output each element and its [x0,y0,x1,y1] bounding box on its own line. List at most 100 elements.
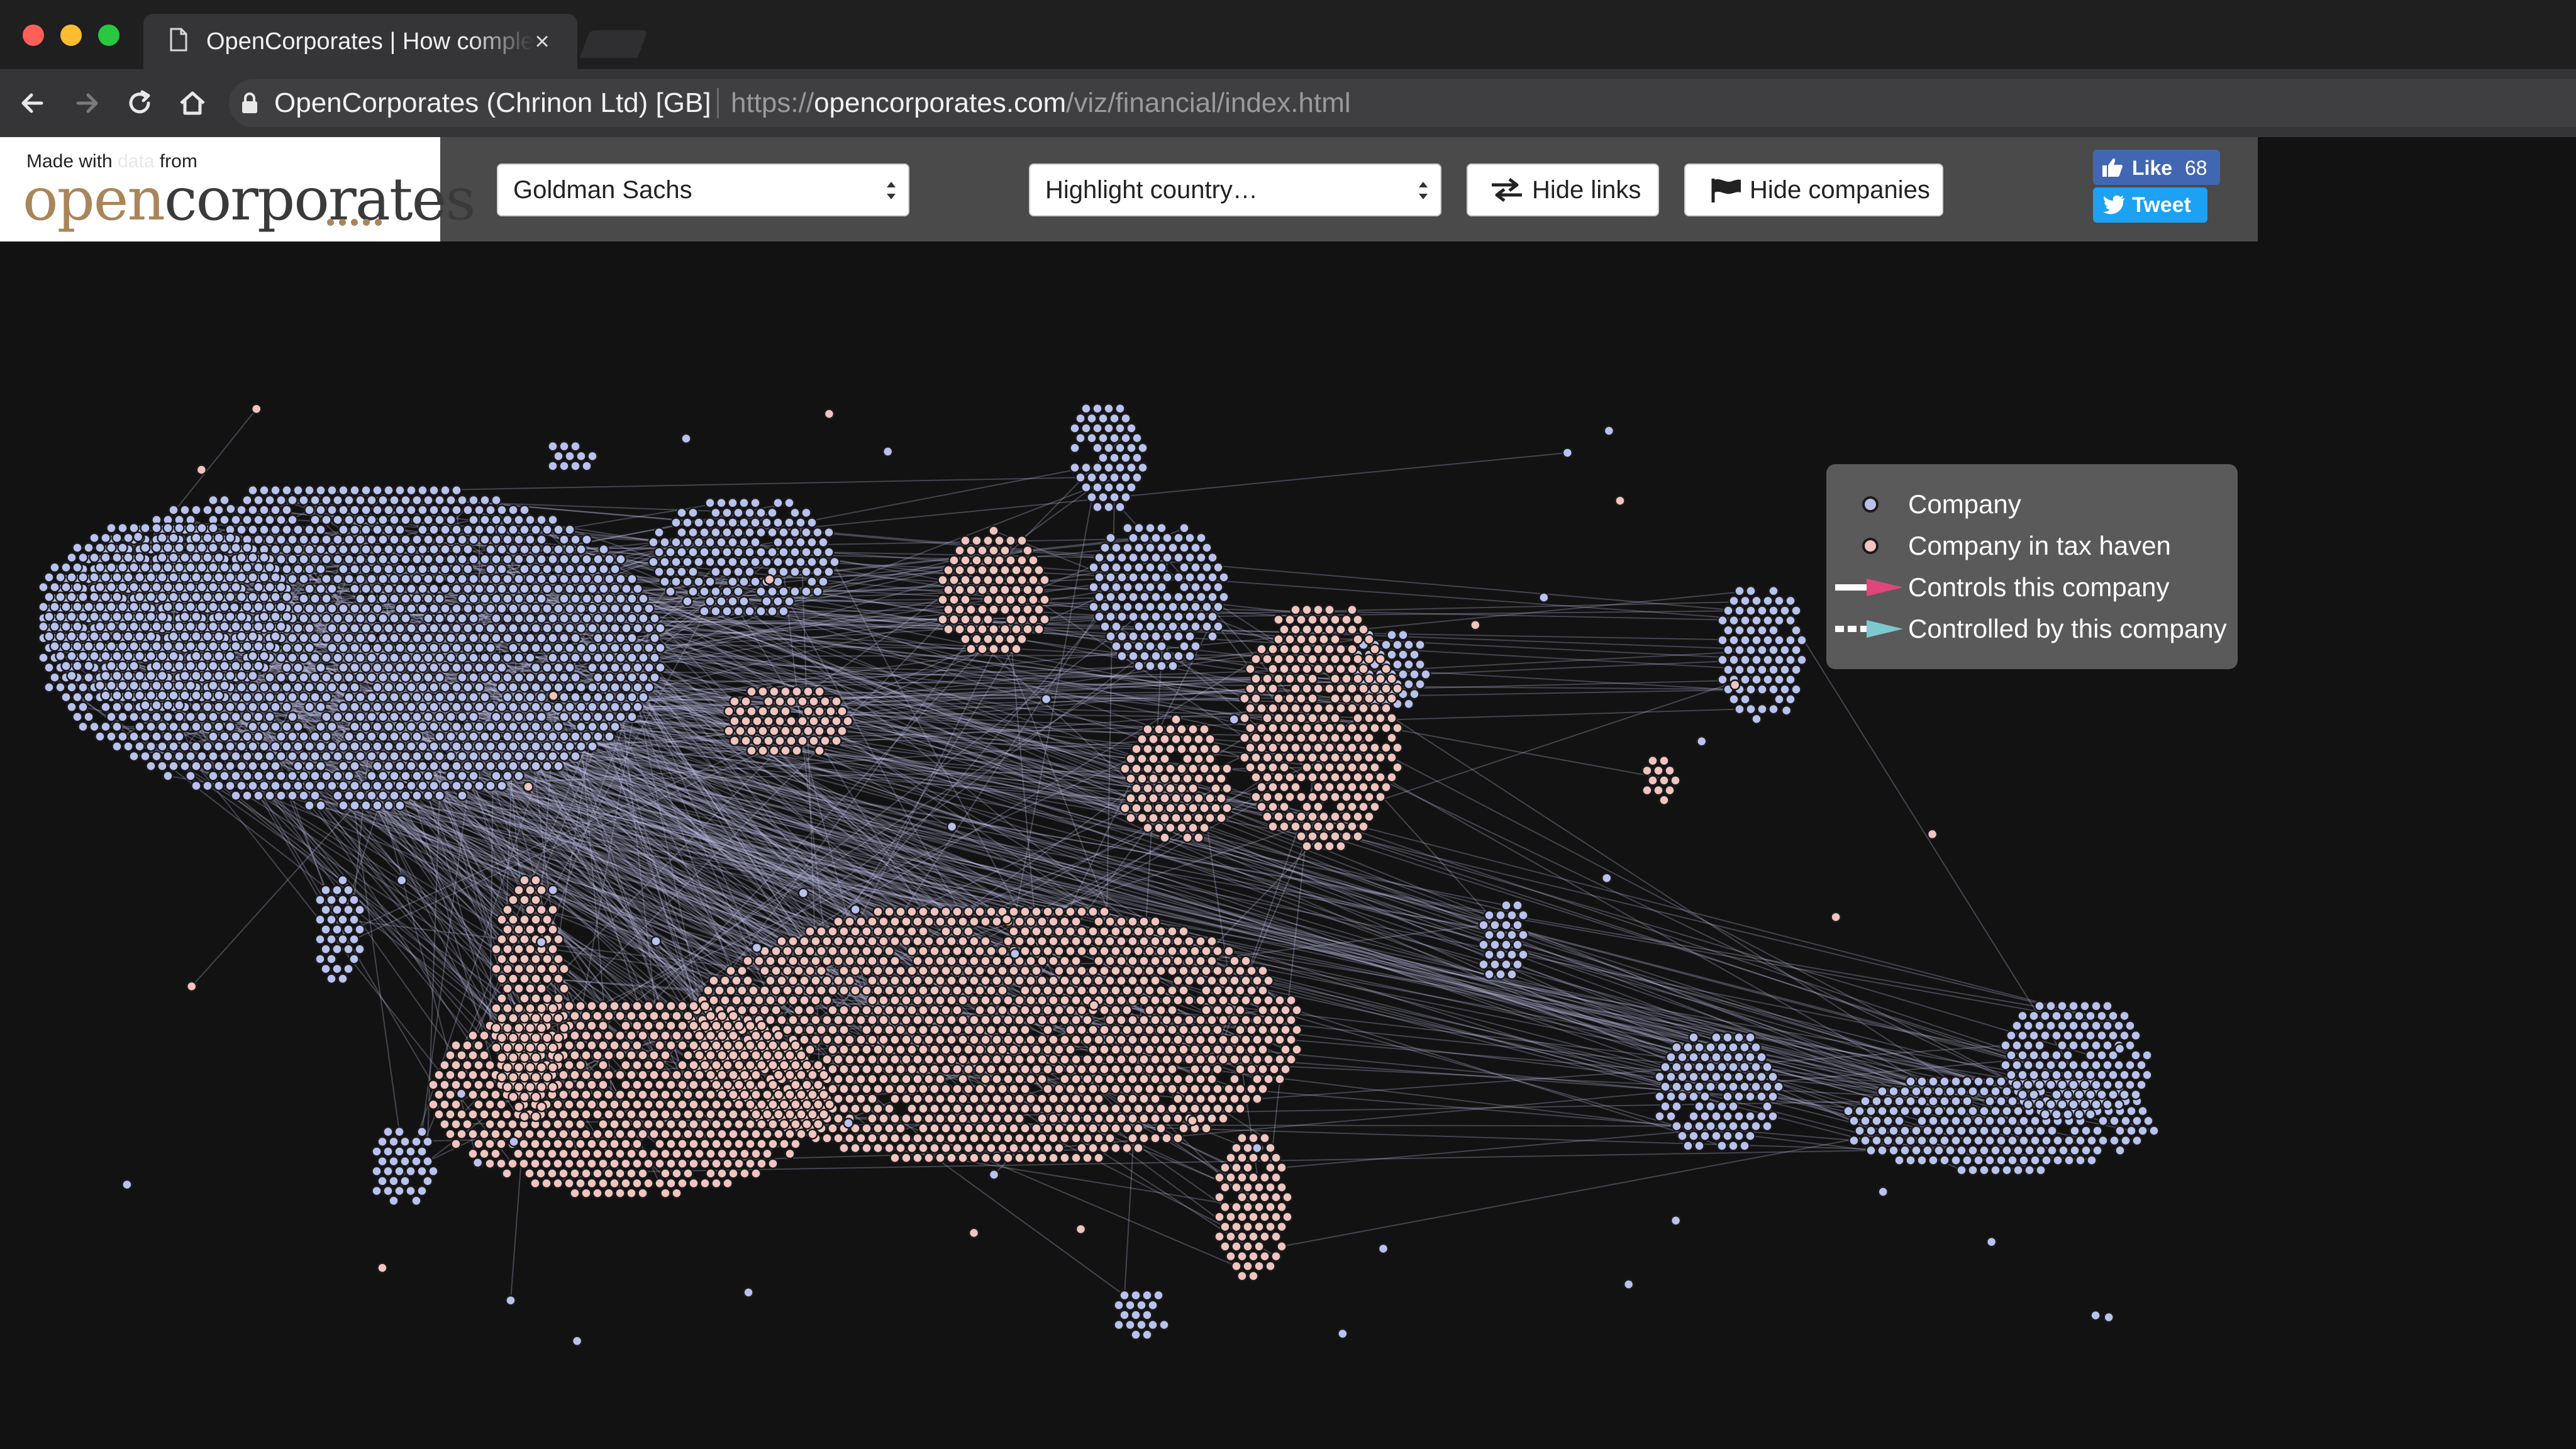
tax-haven-company-node[interactable] [1189,945,1201,957]
company-node[interactable] [1116,611,1128,623]
tax-haven-company-node[interactable] [985,1044,997,1055]
company-node[interactable] [1728,1140,1739,1152]
company-node[interactable] [1190,621,1201,633]
company-node[interactable] [462,721,474,733]
tax-haven-company-node[interactable] [462,1040,473,1052]
tax-haven-company-node[interactable] [816,965,827,977]
tax-haven-company-node[interactable] [1048,994,1059,1006]
company-node[interactable] [485,524,496,536]
company-node[interactable] [208,581,219,593]
tax-haven-company-node[interactable] [1002,1133,1014,1144]
tax-haven-company-node[interactable] [433,1069,445,1081]
company-node[interactable] [264,494,275,506]
tax-haven-company-node[interactable] [1053,1063,1065,1075]
company-node[interactable] [236,611,247,623]
tax-haven-company-node[interactable] [677,1079,688,1091]
company-node[interactable] [94,542,106,553]
company-node[interactable] [321,750,332,762]
tax-haven-company-node[interactable] [813,1059,824,1071]
company-node[interactable] [451,543,462,555]
tax-haven-company-node[interactable] [985,1083,997,1095]
company-node[interactable] [168,650,179,662]
company-node[interactable] [1086,472,1097,484]
company-node[interactable] [208,660,219,672]
tax-haven-company-node[interactable] [705,1089,716,1101]
tax-haven-company-node[interactable] [1025,1053,1036,1065]
tax-haven-company-node[interactable] [833,1014,844,1026]
tax-haven-company-node[interactable] [782,985,793,996]
company-node[interactable] [789,547,801,558]
company-node[interactable] [315,602,326,614]
company-node[interactable] [185,750,196,762]
company-node[interactable] [1167,660,1179,672]
company-node[interactable] [247,572,258,583]
company-node[interactable] [411,514,423,526]
tax-haven-company-node[interactable] [1138,916,1150,928]
tax-haven-company-node[interactable] [714,985,725,996]
company-node[interactable] [626,711,638,723]
company-node[interactable] [326,780,338,792]
company-node[interactable] [2011,1020,2023,1031]
company-node[interactable] [457,731,468,742]
company-node[interactable] [1705,1041,1716,1053]
company-node[interactable] [315,780,326,792]
company-node[interactable] [326,543,338,555]
company-node[interactable] [349,642,360,653]
company-node[interactable] [77,611,89,623]
company-node[interactable] [343,553,355,565]
company-node[interactable] [1723,664,1734,675]
tax-haven-company-node[interactable] [750,1089,762,1101]
tax-haven-company-node[interactable] [985,1063,997,1075]
tax-haven-company-node[interactable] [682,1010,694,1022]
tax-haven-company-node[interactable] [912,1034,923,1045]
tax-haven-company-node[interactable] [855,1074,867,1085]
company-node[interactable] [366,553,377,565]
tax-haven-company-node[interactable] [1110,1123,1121,1134]
company-node[interactable] [434,672,445,683]
company-node[interactable] [440,721,451,733]
company-node[interactable] [530,642,541,653]
company-node[interactable] [1109,452,1120,464]
company-node[interactable] [253,790,264,801]
tax-haven-company-node[interactable] [1082,1014,1093,1026]
company-node[interactable] [377,1136,388,1148]
company-node[interactable] [349,583,360,595]
company-node[interactable] [1728,1081,1739,1092]
company-node[interactable] [304,623,315,634]
company-node[interactable] [2001,1145,2012,1157]
company-node[interactable] [253,562,264,574]
tax-haven-company-node[interactable] [1195,1014,1206,1026]
company-node[interactable] [558,534,570,545]
company-node[interactable] [2051,1089,2062,1101]
company-node[interactable] [304,682,315,693]
company-node[interactable] [508,682,519,693]
company-node[interactable] [609,682,621,693]
company-node[interactable] [225,650,236,662]
company-node[interactable] [100,532,111,544]
company-node[interactable] [326,682,338,693]
company-node[interactable] [468,770,479,782]
company-node[interactable] [1734,625,1745,636]
tax-haven-company-node[interactable] [878,955,889,967]
company-node[interactable] [1184,552,1196,564]
company-node[interactable] [275,553,287,565]
company-node[interactable] [389,790,400,801]
tax-haven-company-node[interactable] [906,1004,918,1016]
company-node[interactable] [236,504,247,516]
company-node[interactable] [1133,542,1145,553]
company-node[interactable] [451,701,462,713]
company-node[interactable] [547,652,558,663]
tax-haven-company-node[interactable] [1008,1103,1019,1114]
company-node[interactable] [411,711,423,723]
company-node[interactable] [258,572,270,583]
company-node[interactable] [111,611,123,623]
tax-haven-company-node[interactable] [1099,906,1110,918]
company-node[interactable] [1184,650,1196,662]
company-node[interactable] [615,672,626,683]
company-node[interactable] [1722,1091,1733,1102]
company-node[interactable] [1911,1105,1922,1117]
company-node[interactable] [247,504,258,516]
company-node[interactable] [247,780,258,792]
tax-haven-company-node[interactable] [1025,975,1036,987]
company-node[interactable] [530,721,541,733]
